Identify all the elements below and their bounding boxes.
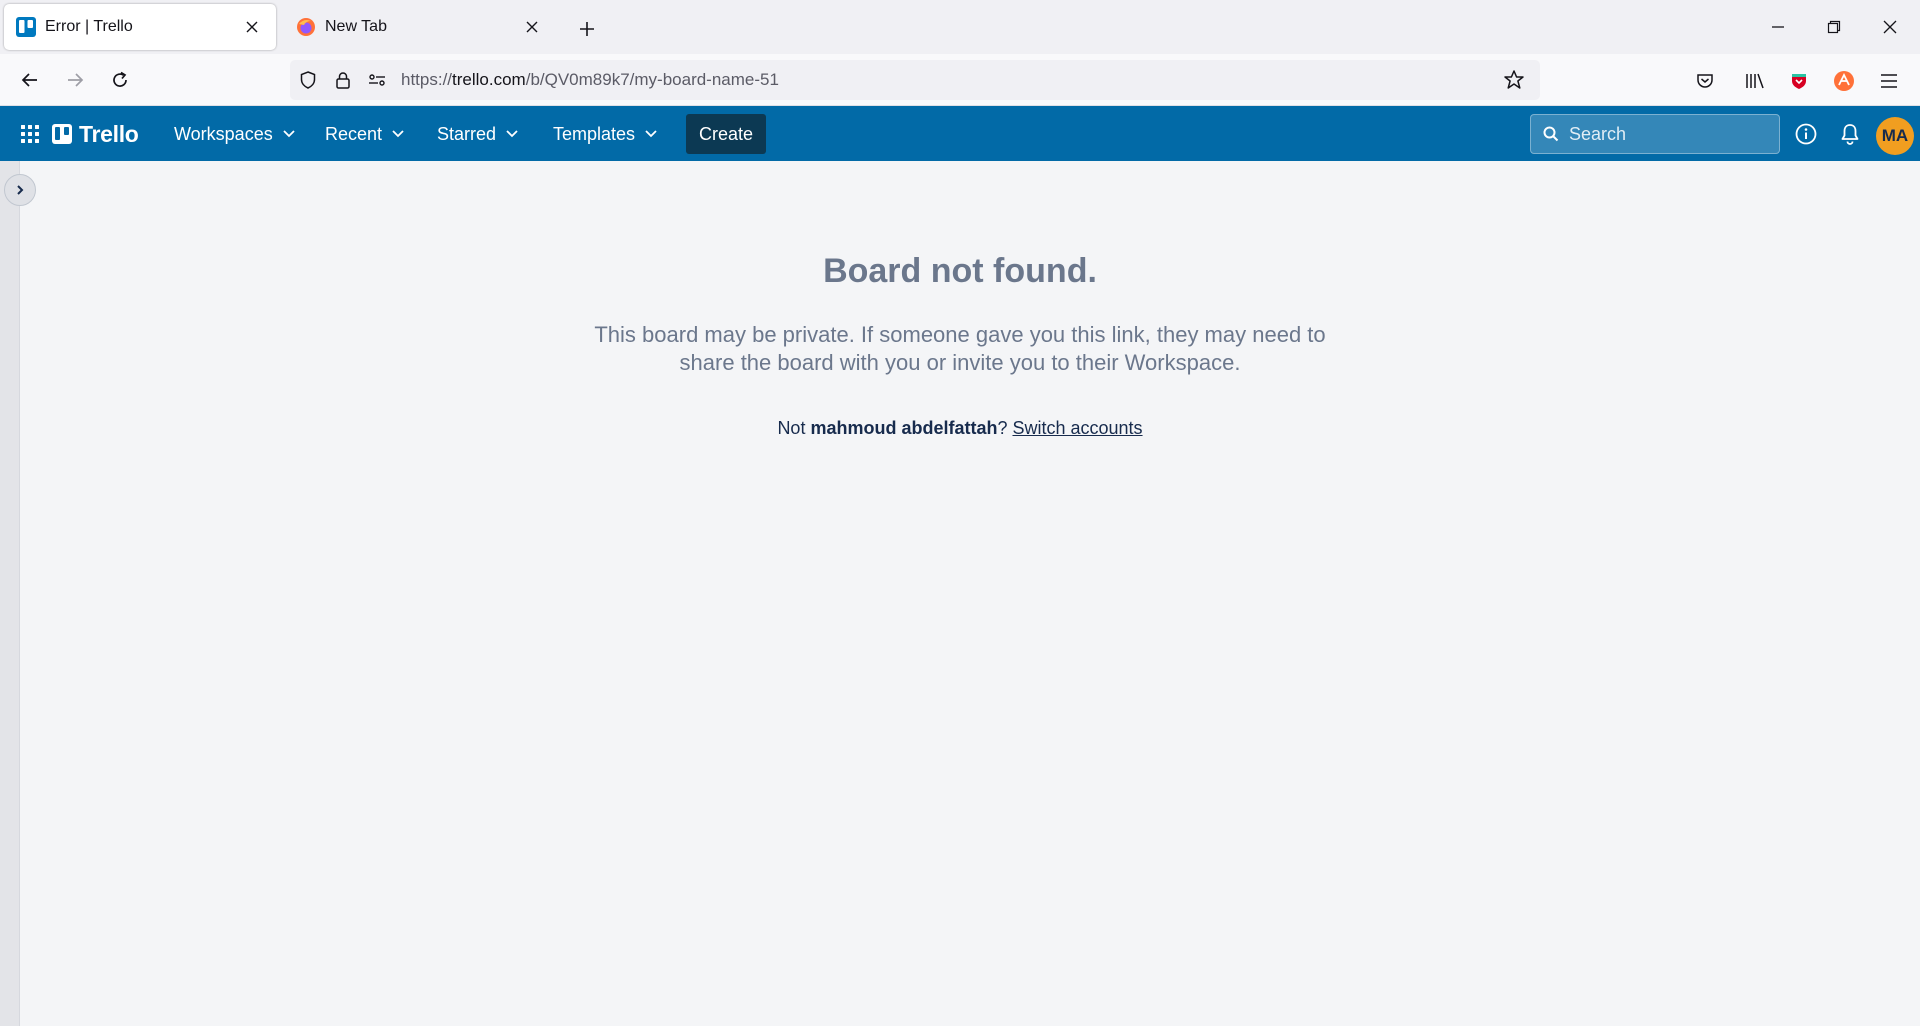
trello-logo-icon <box>52 124 72 144</box>
tracking-shield-icon[interactable] <box>296 68 320 92</box>
search-icon <box>1541 124 1561 144</box>
browser-tab-strip: Error | Trello New Tab <box>0 0 1920 54</box>
search-input[interactable] <box>1569 123 1769 145</box>
tab-error-trello[interactable]: Error | Trello <box>4 4 276 50</box>
app-switcher-grid-icon[interactable] <box>14 118 46 150</box>
chevron-down-icon <box>282 129 296 139</box>
url-domain: trello.com <box>452 70 526 89</box>
bookmark-star-icon[interactable] <box>1502 68 1526 92</box>
create-button[interactable]: Create <box>686 114 766 154</box>
new-tab-plus-icon[interactable] <box>572 14 602 44</box>
workspaces-menu[interactable]: Workspaces <box>166 116 304 152</box>
minimize-window-icon[interactable] <box>1756 10 1800 44</box>
menu-label: Recent <box>325 123 383 144</box>
library-icon[interactable] <box>1740 66 1770 96</box>
url-scheme: https:// <box>401 70 453 89</box>
avatar[interactable]: MA <box>1876 117 1914 155</box>
search-box[interactable] <box>1530 114 1780 154</box>
back-arrow-icon[interactable] <box>14 64 46 96</box>
restore-window-icon[interactable] <box>1812 10 1856 44</box>
url-bar[interactable]: https://trello.com/b/QV0m89k7/my-board-n… <box>290 60 1540 100</box>
starred-menu[interactable]: Starred <box>429 116 527 152</box>
menu-label: Workspaces <box>174 123 273 144</box>
tab-title: New Tab <box>325 18 387 35</box>
url-path: /b/QV0m89k7/my-board-name-51 <box>525 70 779 89</box>
site-permissions-icon[interactable] <box>365 68 389 92</box>
reload-icon[interactable] <box>104 64 136 96</box>
trello-logo[interactable]: Trello <box>52 118 139 150</box>
account-notice: Not mahmoud abdelfattah? Switch accounts <box>20 418 1900 439</box>
url-text[interactable]: https://trello.com/b/QV0m89k7/my-board-n… <box>401 70 779 90</box>
tab-new-tab[interactable]: New Tab <box>284 4 556 50</box>
account-prefix: Not <box>777 418 811 438</box>
error-message: This board may be private. If someone ga… <box>594 322 1326 375</box>
trello-favicon-icon <box>16 17 36 37</box>
info-icon[interactable] <box>1790 118 1822 150</box>
chevron-down-icon <box>644 129 658 139</box>
lock-icon[interactable] <box>331 68 355 92</box>
forward-arrow-icon[interactable] <box>59 64 91 96</box>
account-name: mahmoud abdelfattah <box>810 418 998 438</box>
chevron-down-icon <box>391 129 405 139</box>
firefox-favicon-icon <box>296 17 316 37</box>
close-tab-icon[interactable] <box>520 15 544 39</box>
notification-bell-icon[interactable] <box>1834 118 1866 150</box>
main-content: Board not found. This board may be priva… <box>20 161 1920 1026</box>
browser-nav-bar: https://trello.com/b/QV0m89k7/my-board-n… <box>0 54 1920 106</box>
close-tab-icon[interactable] <box>240 15 264 39</box>
hamburger-menu-icon[interactable] <box>1874 66 1904 96</box>
collapsed-sidebar <box>0 161 20 1026</box>
recent-menu[interactable]: Recent <box>317 116 413 152</box>
error-title: Board not found. <box>823 252 1097 290</box>
logo-text: Trello <box>79 120 139 147</box>
extension-shield-icon[interactable] <box>1784 66 1814 96</box>
trello-header: Trello Workspaces Recent Starred Templat… <box>0 106 1920 161</box>
account-extension-icon[interactable] <box>1829 66 1859 96</box>
tab-title: Error | Trello <box>45 18 133 35</box>
menu-label: Starred <box>437 123 497 144</box>
close-window-icon[interactable] <box>1868 10 1912 44</box>
templates-menu[interactable]: Templates <box>545 116 666 152</box>
menu-label: Templates <box>553 123 636 144</box>
chevron-down-icon <box>505 129 519 139</box>
account-suffix: ? <box>997 418 1013 438</box>
switch-accounts-link[interactable]: Switch accounts <box>1012 418 1142 438</box>
pocket-icon[interactable] <box>1690 66 1720 96</box>
